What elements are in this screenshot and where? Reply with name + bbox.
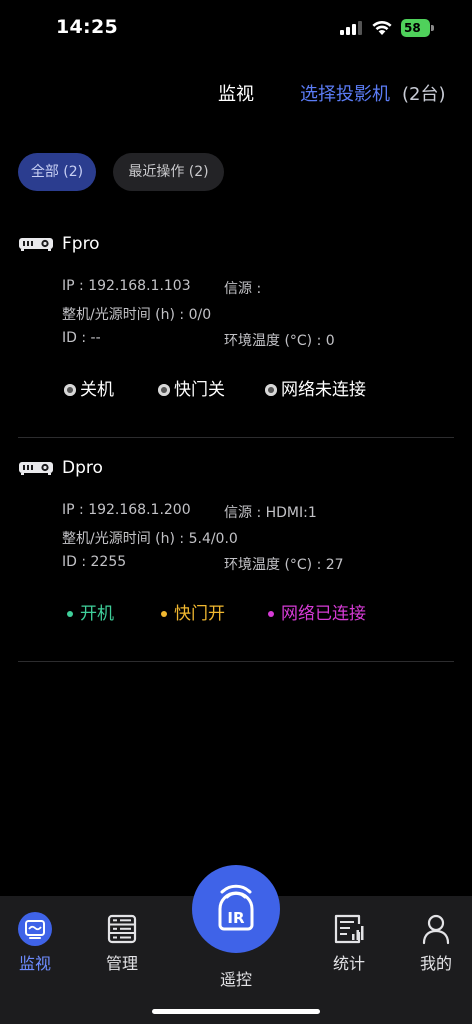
device-temperature: 环境温度 (°C) : 27 xyxy=(224,557,344,573)
power-status-dot xyxy=(67,611,73,617)
network-status-label: 网络未连接 xyxy=(281,380,366,400)
network-status-dot xyxy=(268,611,274,617)
filter-chip-recent[interactable]: 最近操作 (2) xyxy=(113,153,224,191)
tab-stats[interactable]: 统计 xyxy=(314,912,384,976)
wifi-icon xyxy=(372,21,392,35)
shutter-status-label: 快门开 xyxy=(174,604,225,624)
device-hours: 整机/光源时间 (h) : 5.4/0.0 xyxy=(62,531,238,547)
tab-manage-label: 管理 xyxy=(105,954,138,973)
tab-remote-label[interactable]: 遥控 xyxy=(203,966,269,990)
device-name: Fpro xyxy=(62,234,100,254)
tab-stats-label: 统计 xyxy=(332,954,365,973)
tab-mine[interactable]: 我的 xyxy=(401,912,471,976)
manage-tab-icon xyxy=(107,914,137,944)
device-source: 信源 : xyxy=(224,281,262,297)
power-status-dot xyxy=(64,384,76,396)
device-source: 信源 : HDMI:1 xyxy=(224,505,317,521)
device-ip: IP : 192.168.1.103 xyxy=(62,278,191,294)
power-status-label: 开机 xyxy=(80,604,114,624)
power-status-label: 关机 xyxy=(80,380,114,400)
status-time: 14:25 xyxy=(56,16,118,38)
tab-manage[interactable]: 管理 xyxy=(87,912,157,976)
battery-icon: 58 xyxy=(401,19,434,37)
remote-ir-text: IR xyxy=(227,909,245,927)
select-projector-link[interactable]: 选择投影机 xyxy=(300,80,390,106)
network-status-dot xyxy=(265,384,277,396)
status-bar: 14:25 58 xyxy=(0,0,472,56)
device-ip: IP : 192.168.1.200 xyxy=(62,502,191,518)
shutter-status-label: 快门关 xyxy=(174,380,225,400)
device-id: ID : 2255 xyxy=(62,554,127,570)
shutter-status-dot xyxy=(161,611,167,617)
home-indicator xyxy=(152,1009,320,1014)
monitor-tab-icon xyxy=(18,912,52,946)
divider xyxy=(18,661,454,662)
tab-monitor[interactable]: 监视 xyxy=(0,912,70,976)
device-hours: 整机/光源时间 (h) : 0/0 xyxy=(62,307,212,323)
projector-icon xyxy=(19,238,53,251)
profile-tab-icon xyxy=(422,914,450,945)
shutter-status-dot xyxy=(158,384,170,396)
device-name: Dpro xyxy=(62,458,103,478)
filter-chip-all[interactable]: 全部 (2) xyxy=(18,153,96,191)
header-monitor-title: 监视 xyxy=(218,84,254,105)
device-id: ID : -- xyxy=(62,330,101,346)
tab-mine-label: 我的 xyxy=(419,954,452,973)
network-status-label: 网络已连接 xyxy=(281,604,366,624)
stats-tab-icon xyxy=(334,914,364,944)
tab-monitor-label: 监视 xyxy=(18,954,51,973)
cellular-signal-icon xyxy=(340,21,362,35)
projector-count[interactable]: (2台) xyxy=(402,80,446,106)
battery-level: 58 xyxy=(404,21,421,35)
device-card[interactable]: Dpro IP : 192.168.1.200 信源 : HDMI:1 整机/光… xyxy=(0,438,472,662)
remote-ir-icon: IR xyxy=(218,884,254,931)
remote-ir-button[interactable]: IR xyxy=(192,865,280,953)
projector-icon xyxy=(19,462,53,475)
device-card[interactable]: Fpro IP : 192.168.1.103 信源 : 整机/光源时间 (h)… xyxy=(0,214,472,438)
device-temperature: 环境温度 (°C) : 0 xyxy=(224,333,335,349)
